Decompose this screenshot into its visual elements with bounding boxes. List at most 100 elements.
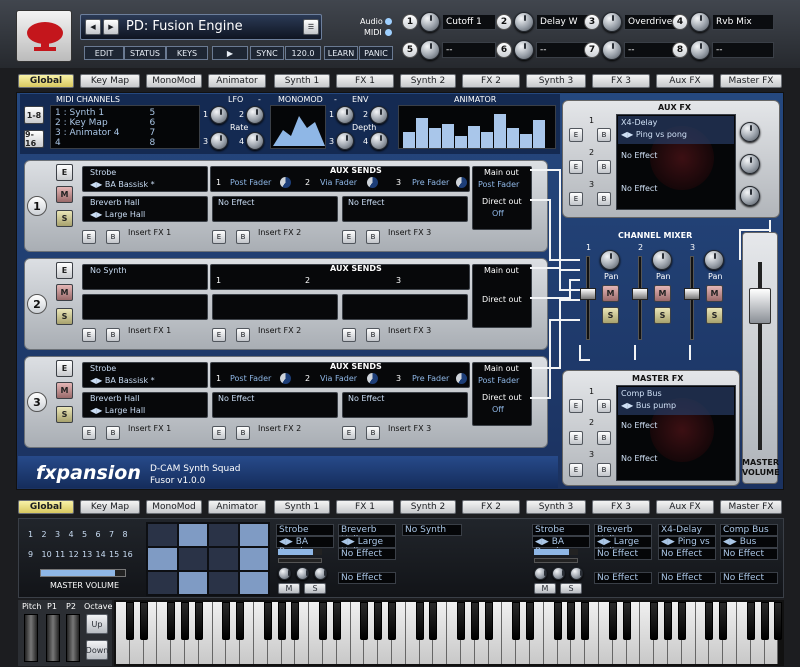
overview-master-preset[interactable]: ◀▶ Bus pump — [720, 536, 778, 557]
xy-pad[interactable] — [146, 522, 270, 596]
app-logo[interactable] — [16, 10, 72, 62]
aux-1-e-button[interactable]: E — [569, 128, 583, 142]
piano-black-key[interactable] — [677, 602, 686, 640]
piano-black-key[interactable] — [222, 602, 231, 640]
piano-black-key[interactable] — [567, 602, 576, 640]
overview-ch1-send-knob-3[interactable] — [314, 567, 327, 580]
strip-3-send-1-mode[interactable]: Post Fader — [230, 374, 271, 383]
strip-3-fx1-e-button[interactable]: E — [82, 426, 96, 440]
mixer-ch-1-mute-button[interactable]: M — [602, 285, 619, 302]
mixer-ch-2-fader[interactable] — [632, 288, 648, 300]
piano-black-key[interactable] — [650, 602, 659, 640]
overview-channel-14[interactable]: 14 — [96, 550, 106, 559]
macro-4-knob[interactable] — [690, 12, 710, 32]
preset-next-button[interactable]: ▶ — [103, 19, 119, 35]
overview-channel-10[interactable]: 10 — [42, 550, 52, 559]
strip-3-fx3-b-button[interactable]: B — [366, 426, 380, 440]
overview-ch3-send-knob-3[interactable] — [570, 567, 583, 580]
master-3-e-button[interactable]: E — [569, 463, 583, 477]
overview-ch3-volume-bar[interactable] — [534, 549, 578, 555]
overview-ch2-synth[interactable]: No Synth — [402, 524, 462, 536]
strip-1-send-3-knob[interactable] — [456, 177, 467, 188]
master-slot-3-label[interactable]: No Effect — [621, 454, 657, 463]
bottom-tab-aux-fx[interactable]: Aux FX — [656, 500, 714, 514]
strip-2-fx1-b-button[interactable]: B — [106, 328, 120, 342]
lfo-knob-3[interactable] — [210, 132, 228, 150]
top-tab-global[interactable]: Global — [18, 74, 74, 88]
top-tab-key-map[interactable]: Key Map — [80, 74, 140, 88]
piano-black-key[interactable] — [360, 602, 369, 640]
env-knob-4[interactable] — [370, 132, 388, 150]
strip-1-send-1-mode[interactable]: Post Fader — [230, 178, 271, 187]
macro-5-knob[interactable] — [420, 40, 440, 60]
piano-black-key[interactable] — [263, 602, 272, 640]
strip-1-direct-out-value[interactable]: Off — [492, 209, 504, 218]
panic-button[interactable]: PANIC — [359, 46, 393, 60]
sync-button[interactable]: SYNC — [250, 46, 284, 60]
piano-black-key[interactable] — [181, 602, 189, 640]
master-volume-fader[interactable] — [749, 288, 771, 324]
strip-1-fx2-e-button[interactable]: E — [212, 230, 226, 244]
piano-black-key[interactable] — [664, 602, 672, 640]
tempo-field[interactable]: 120.0 — [285, 46, 321, 60]
piano-black-key[interactable] — [746, 602, 755, 640]
mixer-ch-3-mute-button[interactable]: M — [706, 285, 723, 302]
strip-3-send-2-mode[interactable]: Via Fader — [320, 374, 357, 383]
macro-4-label[interactable]: Rvb Mix — [712, 14, 774, 30]
master-2-b-button[interactable]: B — [597, 431, 611, 445]
midi-channel-list[interactable]: 1 : Synth 12 : Key Map 3 : Animator 44 56… — [50, 105, 200, 149]
top-tab-monomod[interactable]: MonoMod — [146, 74, 202, 88]
macro-2-label[interactable]: Delay W — [536, 14, 590, 30]
overview-ch3-send-knob-2[interactable] — [552, 567, 565, 580]
piano-black-key[interactable] — [484, 602, 493, 640]
aux-return-knob-1[interactable] — [740, 122, 760, 142]
preset-prev-button[interactable]: ◀ — [85, 19, 101, 35]
animator-display[interactable] — [398, 105, 556, 149]
overview-master-volume-bar[interactable] — [40, 569, 126, 577]
overview-ch1-synth-preset[interactable]: ◀▶ BA Bassi.. — [276, 536, 334, 557]
strip-2-fx1-e-button[interactable]: E — [82, 328, 96, 342]
strip-1-solo-button[interactable]: S — [56, 210, 73, 227]
strip-3-fx2-b-button[interactable]: B — [236, 426, 250, 440]
overview-ch3-fx-3[interactable]: No Effect — [594, 572, 652, 584]
master-2-e-button[interactable]: E — [569, 431, 583, 445]
strip-2-fx2-e-button[interactable]: E — [212, 328, 226, 342]
strip-1-fx1-b-button[interactable]: B — [106, 230, 120, 244]
top-tab-synth-1[interactable]: Synth 1 — [274, 74, 330, 88]
macro-3-label[interactable]: Overdrive — [624, 14, 678, 30]
aux-slot-3-label[interactable]: No Effect — [621, 184, 657, 193]
strip-2-fx3-b-button[interactable]: B — [366, 328, 380, 342]
macro-7-knob[interactable] — [602, 40, 622, 60]
lfo-knob-4[interactable] — [246, 132, 264, 150]
bottom-tab-key-map[interactable]: Key Map — [80, 500, 140, 514]
env-knob-1[interactable] — [336, 106, 354, 124]
piano-black-key[interactable] — [581, 602, 590, 640]
overview-ch1-mute-button[interactable]: M — [278, 583, 300, 594]
overview-ch1-solo-button[interactable]: S — [304, 583, 326, 594]
overview-ch1-fx-2[interactable]: No Effect — [338, 548, 396, 560]
strip-1-fx3-b-button[interactable]: B — [366, 230, 380, 244]
play-button[interactable]: ▶ — [212, 46, 248, 60]
master-3-b-button[interactable]: B — [597, 463, 611, 477]
macro-5-label[interactable]: -- — [442, 42, 496, 58]
overview-ch1-volume-bar[interactable] — [278, 549, 322, 555]
top-tab-master-fx[interactable]: Master FX — [720, 74, 782, 88]
piano-black-key[interactable] — [194, 602, 203, 640]
bottom-tab-synth-3[interactable]: Synth 3 — [526, 500, 586, 514]
piano-black-key[interactable] — [457, 602, 465, 640]
status-button[interactable]: STATUS — [124, 46, 166, 60]
octave-down-button[interactable]: Down — [86, 640, 108, 660]
overview-ch1-synth[interactable]: Strobe — [276, 524, 334, 536]
overview-ch3-mute-button[interactable]: M — [534, 583, 556, 594]
master-1-e-button[interactable]: E — [569, 399, 583, 413]
bottom-tab-fx-2[interactable]: FX 2 — [462, 500, 520, 514]
overview-channel-3[interactable]: 3 — [55, 530, 60, 539]
mixer-ch-1-solo-button[interactable]: S — [602, 307, 619, 324]
overview-ch1-send-knob-1[interactable] — [278, 567, 291, 580]
piano-black-key[interactable] — [388, 602, 396, 640]
piano-black-key[interactable] — [760, 602, 769, 640]
piano-black-key[interactable] — [470, 602, 479, 640]
overview-channel-13[interactable]: 13 — [82, 550, 92, 559]
strip-1-main-out-value[interactable]: Post Fader — [478, 180, 519, 189]
strip-2-edit-button[interactable]: E — [56, 262, 73, 279]
